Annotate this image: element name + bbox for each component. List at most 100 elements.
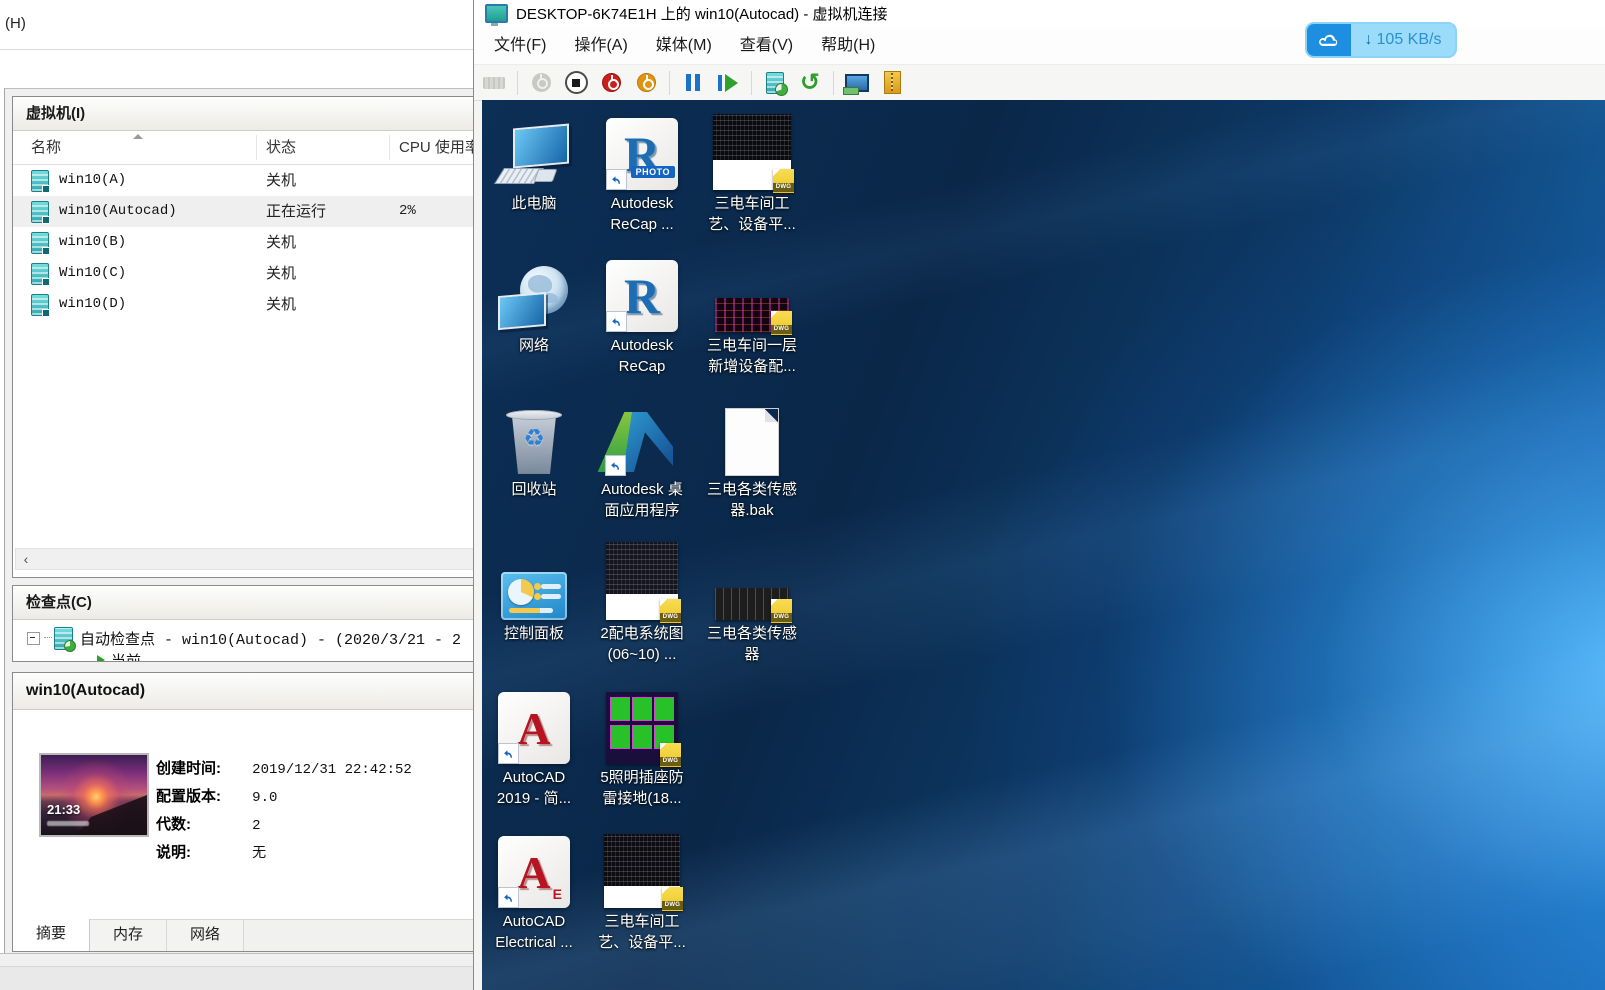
virtual-machines-panel: 虚拟机(I) 名称 状态 CPU 使用率 win10(A) 关机 win10(A… [12, 96, 473, 578]
desktop-icon-autodesk-app[interactable]: Autodesk 桌面应用程序 [590, 394, 694, 521]
desktop-icon-network[interactable]: 网络 [482, 250, 586, 356]
icon-label: 三电车间工艺、设备平... [598, 911, 686, 953]
desktop-icon-control-panel[interactable]: 控制面板 [482, 538, 586, 644]
dwg-file-icon: DWG [715, 588, 789, 620]
vm-name: Win10(C) [59, 258, 126, 289]
recap-icon: R [606, 260, 678, 332]
vm-screen-thumbnail[interactable]: 21:33 [39, 753, 149, 837]
revert-button[interactable]: ↺ [798, 71, 822, 95]
field-label: 创建时间: [156, 757, 248, 778]
checkpoints-panel: 检查点(C) 自动检查点 - win10(Autocad) - (2020/3/… [12, 585, 473, 662]
thumbnail-rocks [77, 795, 147, 835]
turn-off-button[interactable] [564, 71, 588, 95]
desktop-icon-recap[interactable]: R AutodeskReCap [590, 250, 694, 377]
table-row[interactable]: win10(B) 关机 [13, 227, 473, 258]
net-speed-overlay[interactable]: ↓ 105 KB/s [1305, 22, 1457, 58]
table-row-selected[interactable]: win10(Autocad) 正在运行 2% [13, 196, 473, 227]
table-row[interactable]: Win10(C) 关机 [13, 258, 473, 289]
menu-action[interactable]: 操作(A) [560, 27, 641, 64]
dwg-tag-icon: DWG [771, 599, 792, 623]
monitor-icon [845, 74, 869, 92]
desktop-icon-autocad-electrical[interactable]: AE AutoCADElectrical ... [482, 826, 586, 953]
pause-button[interactable] [681, 71, 705, 95]
autocad-electrical-icon: AE [498, 836, 570, 908]
start-button[interactable] [529, 71, 553, 95]
field-value: 2 [252, 818, 260, 834]
field-label: 说明: [156, 841, 248, 862]
menu-help[interactable]: 帮助(H) [807, 27, 889, 64]
vm-panel-title: 虚拟机(I) [13, 97, 473, 131]
dwg-file-icon: DWG [606, 692, 678, 764]
column-cpu[interactable]: CPU 使用率 [399, 131, 473, 164]
table-row[interactable]: win10(D) 关机 [13, 289, 473, 320]
details-tab-strip: 摘要 内存 网络 [13, 919, 473, 951]
menu-file[interactable]: 文件(F) [480, 27, 560, 64]
toolbar-separator [517, 71, 518, 95]
detail-field: 配置版本: 9.0 [156, 785, 277, 807]
checkpoint-current-item[interactable]: 当前 [97, 650, 141, 662]
icon-label: 三电车间工艺、设备平... [708, 193, 796, 235]
vm-icon [31, 232, 49, 254]
dwg-tag-icon: DWG [773, 169, 794, 193]
vm-table-header[interactable]: 名称 状态 CPU 使用率 [13, 131, 473, 165]
resume-button[interactable] [716, 71, 740, 95]
vm-details-panel: win10(Autocad) 21:33 创建时间: 2019/12/31 22… [12, 672, 473, 952]
menu-view[interactable]: 查看(V) [726, 27, 807, 64]
save-button[interactable] [634, 71, 658, 95]
dwg-tag-icon: DWG [771, 311, 792, 335]
column-name[interactable]: 名称 [31, 131, 61, 164]
checkpoint-tree-item[interactable]: 自动检查点 - win10(Autocad) - (2020/3/21 - 2 [27, 626, 461, 650]
vm-icon [31, 294, 49, 316]
table-row[interactable]: win10(A) 关机 [13, 165, 473, 196]
thumbnail-clock: 21:33 [47, 802, 80, 817]
column-divider[interactable] [389, 135, 390, 160]
desktop-icon-autocad-2019[interactable]: A AutoCAD2019 - 简... [482, 682, 586, 809]
desktop-icon-recycle-bin[interactable]: ♻ 回收站 [482, 394, 586, 500]
vm-icon [31, 263, 49, 285]
vm-name: win10(Autocad) [59, 196, 177, 227]
desktop-icon-dwg-first-floor[interactable]: DWG 三电车间一层新增设备配... [700, 250, 804, 377]
host-window-edge [0, 966, 473, 990]
desktop-icon-bak-file[interactable]: 三电各类传感器.bak [700, 394, 804, 521]
details-title: win10(Autocad) [13, 673, 473, 710]
desktop-icon-dwg-power-system[interactable]: DWG 2配电系统图(06~10) ... [590, 538, 694, 665]
enhanced-session-button[interactable] [845, 71, 869, 95]
autocad-icon: A [498, 692, 570, 764]
host-menu-help[interactable]: (H) [5, 15, 26, 32]
thumbnail-date-blur [47, 821, 89, 826]
vm-state: 正在运行 [266, 196, 326, 227]
desktop-icon-dwg-lighting[interactable]: DWG 5照明插座防雷接地(18... [590, 682, 694, 809]
ctrl-alt-del-button[interactable] [482, 71, 506, 95]
scroll-left-arrow-icon[interactable]: ‹ [16, 549, 36, 569]
resume-icon [718, 74, 738, 92]
column-state[interactable]: 状态 [266, 131, 296, 164]
field-label: 配置版本: [156, 785, 248, 806]
net-speed-value: 105 KB/s [1377, 31, 1442, 49]
share-button[interactable] [880, 71, 904, 95]
desktop-icon-recap-photo[interactable]: RPHOTO AutodeskReCap ... [590, 108, 694, 235]
shortcut-arrow-icon [606, 311, 627, 332]
column-divider[interactable] [256, 135, 257, 160]
power-gray-icon [532, 73, 551, 92]
tab-network[interactable]: 网络 [167, 920, 244, 951]
horizontal-scrollbar[interactable]: ‹ [15, 548, 473, 570]
shortcut-arrow-icon [498, 743, 519, 764]
shut-down-button[interactable] [599, 71, 623, 95]
checkpoint-button[interactable] [763, 71, 787, 95]
guest-desktop[interactable]: 此电脑 RPHOTO AutodeskReCap ... DWG 三电车间工艺、… [482, 100, 1605, 990]
collapse-icon[interactable] [27, 632, 40, 645]
desktop-icon-dwg-workshop2[interactable]: DWG 三电车间工艺、设备平... [590, 826, 694, 953]
tab-memory[interactable]: 内存 [90, 920, 167, 951]
desktop-icon-dwg-sensors[interactable]: DWG 三电各类传感器 [700, 538, 804, 665]
tab-summary[interactable]: 摘要 [13, 919, 90, 951]
document-icon [725, 408, 779, 476]
checkpoint-icon [54, 627, 73, 650]
pause-icon [686, 74, 700, 91]
menu-media[interactable]: 媒体(M) [642, 27, 726, 64]
desktop-icon-dwg-sandian-workshop[interactable]: DWG 三电车间工艺、设备平... [700, 108, 804, 235]
autodesk-a-icon [605, 412, 679, 476]
net-speed-text: ↓ 105 KB/s [1351, 24, 1455, 56]
dwg-file-icon: DWG [604, 834, 680, 908]
desktop-icon-this-pc[interactable]: 此电脑 [482, 108, 586, 214]
hyperv-manager-window: (H) 虚拟机(I) 名称 状态 CPU 使用率 win10(A) 关机 win… [0, 0, 473, 990]
